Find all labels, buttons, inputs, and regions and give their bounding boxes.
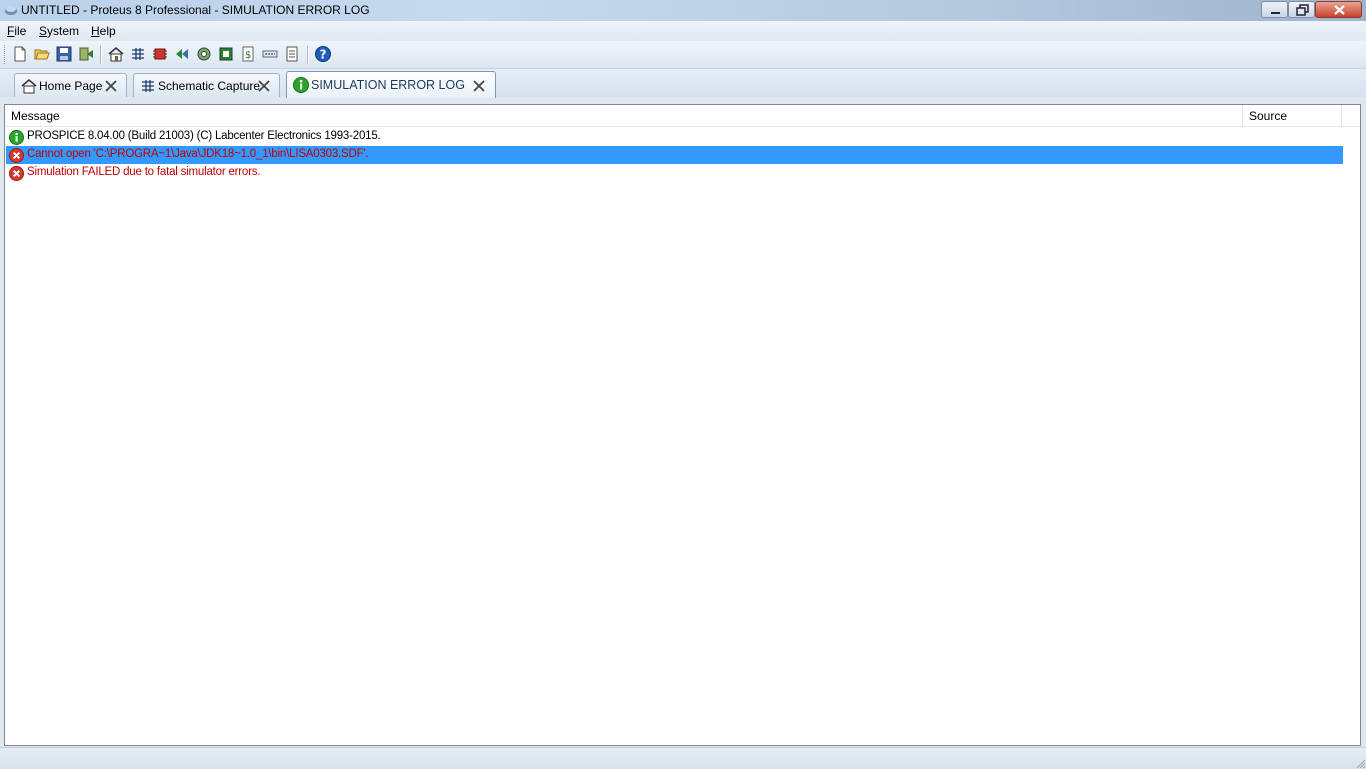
log-row[interactable]: PROSPICE 8.04.00 (Build 21003) (C) Labce… <box>6 128 1343 146</box>
import-button[interactable] <box>76 44 96 64</box>
restore-button[interactable] <box>1288 1 1315 18</box>
info-icon <box>293 77 309 93</box>
error-icon <box>9 148 24 163</box>
bill-of-materials-button[interactable]: $ <box>238 44 258 64</box>
minimize-button[interactable] <box>1261 1 1288 18</box>
toolbar-separator <box>307 45 309 64</box>
log-message: Cannot open 'C:\PROGRA~1\Java\JDK18~1.0_… <box>27 148 369 160</box>
column-header-row: Message Source <box>5 105 1360 127</box>
close-icon <box>1334 5 1345 15</box>
open-button[interactable] <box>32 44 52 64</box>
log-row[interactable]: Cannot open 'C:\PROGRA~1\Java\JDK18~1.0_… <box>6 146 1343 164</box>
status-bar <box>0 747 1366 769</box>
tab-label: Schematic Capture <box>158 79 261 93</box>
close-tab-icon[interactable] <box>257 79 271 93</box>
menu-system[interactable]: System <box>39 24 79 38</box>
schematic-button[interactable] <box>128 44 148 64</box>
notes-icon <box>286 46 298 62</box>
info-icon <box>9 130 24 145</box>
source-code-button[interactable] <box>216 44 236 64</box>
tab-simulation-error-log[interactable]: SIMULATION ERROR LOG <box>286 71 496 98</box>
3d-viewer-button[interactable] <box>194 44 214 64</box>
source-code-icon <box>219 47 233 61</box>
toolbar-separator <box>100 45 102 64</box>
close-tab-icon[interactable] <box>104 79 118 93</box>
title-bar: UNTITLED - Proteus 8 Professional - SIMU… <box>0 0 1366 21</box>
column-header-message[interactable]: Message <box>5 105 1243 126</box>
window-title: UNTITLED - Proteus 8 Professional - SIMU… <box>21 3 370 17</box>
menu-file[interactable]: File <box>7 24 26 38</box>
bill-of-materials-icon: $ <box>242 46 254 62</box>
schematic-icon <box>142 80 154 92</box>
save-icon <box>56 46 72 62</box>
home-icon <box>21 79 37 94</box>
close-tab-icon[interactable] <box>472 79 486 93</box>
svg-text:$: $ <box>245 50 251 61</box>
resize-grip-icon[interactable] <box>1354 757 1366 769</box>
import-icon <box>79 47 93 61</box>
error-icon <box>9 166 24 181</box>
tab-home-page[interactable]: Home Page <box>14 73 127 97</box>
tab-schematic-capture[interactable]: Schematic Capture <box>133 73 280 97</box>
close-window-button[interactable] <box>1315 1 1362 18</box>
log-message: Simulation FAILED due to fatal simulator… <box>27 166 261 178</box>
tab-label: Home Page <box>39 79 103 93</box>
error-log-list[interactable]: Message Source PROSPICE 8.04.00 (Build 2… <box>4 104 1361 746</box>
svg-text:?: ? <box>320 48 327 62</box>
log-message: PROSPICE 8.04.00 (Build 21003) (C) Labce… <box>27 130 381 142</box>
notes-button[interactable] <box>282 44 302 64</box>
pcb-layout-button[interactable] <box>150 44 170 64</box>
main-toolbar: $ ? <box>0 41 1366 69</box>
save-button[interactable] <box>54 44 74 64</box>
gerber-icon <box>176 49 188 59</box>
gerber-button[interactable] <box>172 44 192 64</box>
toolbar-grip[interactable] <box>4 45 8 64</box>
menu-help[interactable]: Help <box>91 24 116 38</box>
proteus-app-icon[interactable] <box>4 3 18 17</box>
design-explorer-icon <box>262 50 278 58</box>
document-tabs: Home Page Schematic Capture SIMULATION E… <box>0 69 1366 98</box>
home-icon <box>108 47 124 62</box>
help-button[interactable]: ? <box>313 44 333 64</box>
menu-bar: File System Help <box>0 21 1366 41</box>
home-button[interactable] <box>106 44 126 64</box>
schematic-icon <box>132 48 144 60</box>
3d-viewer-icon <box>197 47 211 61</box>
log-row[interactable]: Simulation FAILED due to fatal simulator… <box>6 164 1343 182</box>
new-file-button[interactable] <box>10 44 30 64</box>
new-file-icon <box>14 46 26 62</box>
pcb-icon <box>153 48 167 60</box>
open-folder-icon <box>34 49 50 60</box>
restore-icon <box>1296 4 1309 16</box>
design-explorer-button[interactable] <box>260 44 280 64</box>
column-header-source[interactable]: Source <box>1243 105 1342 126</box>
tab-label: SIMULATION ERROR LOG <box>311 78 465 92</box>
minimize-icon <box>1271 12 1280 14</box>
help-icon: ? <box>315 46 331 62</box>
